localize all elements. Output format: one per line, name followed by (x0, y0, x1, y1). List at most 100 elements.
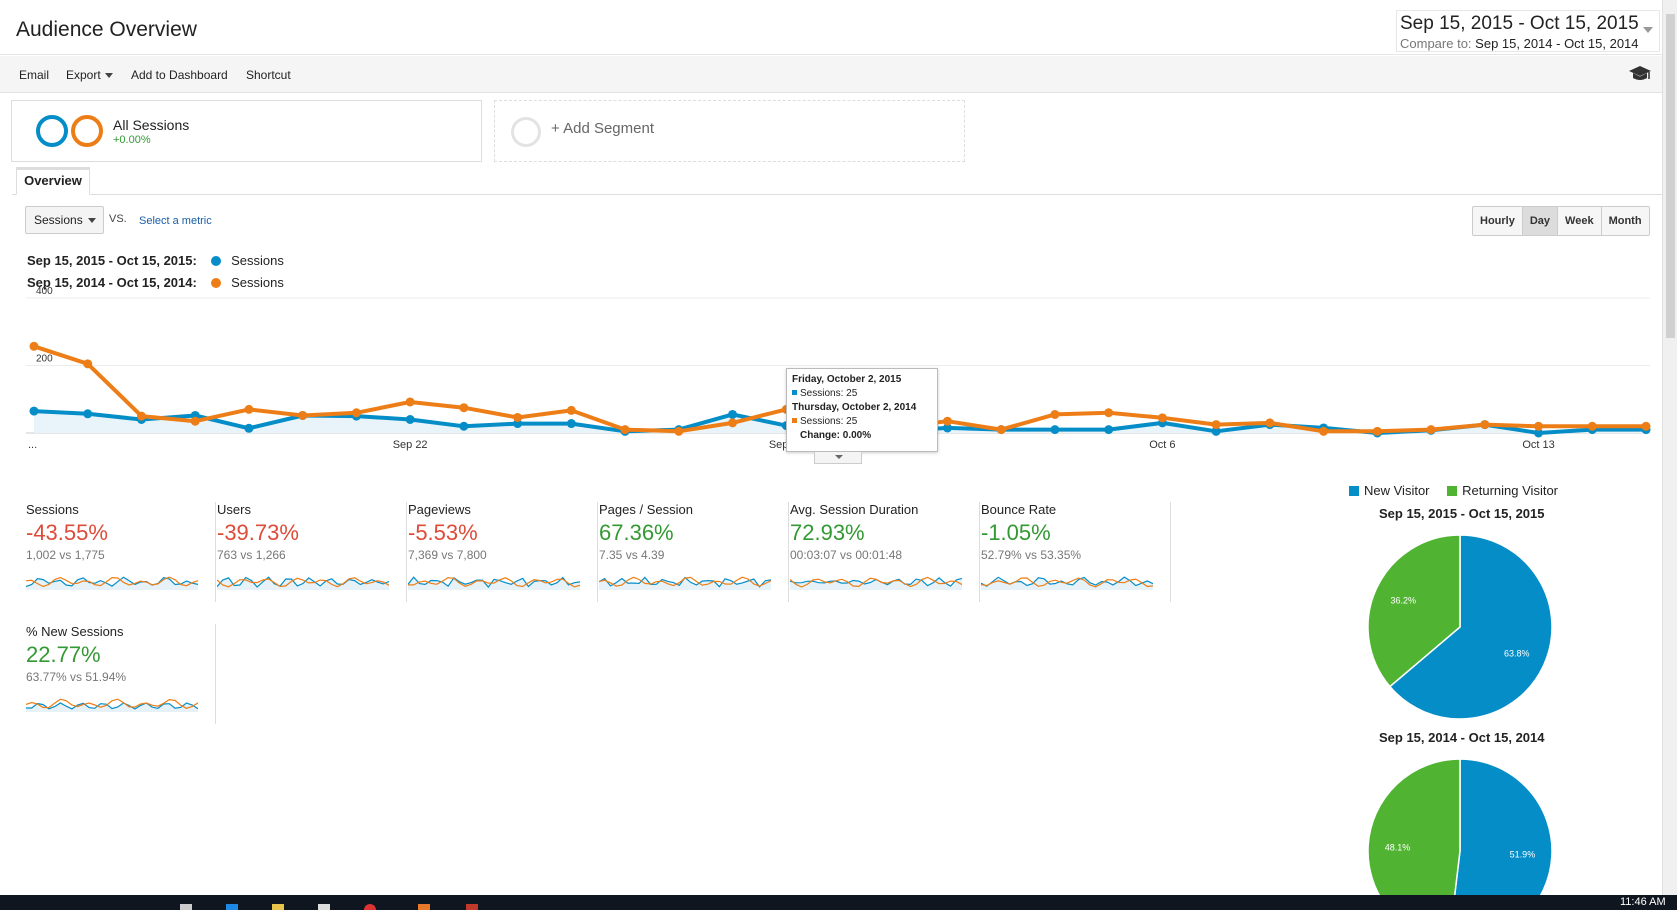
series-prior-point (298, 410, 308, 420)
pie-title-prior: Sep 15, 2014 - Oct 15, 2014 (1379, 730, 1545, 745)
compare-range: Compare to: Sep 15, 2014 - Oct 15, 2014 (1400, 36, 1639, 51)
add-to-dashboard-button[interactable]: Add to Dashboard (131, 68, 228, 82)
series-current-point (728, 409, 738, 419)
series-prior-point (728, 418, 738, 428)
tooltip-row-prior: Sessions: 25 (792, 415, 932, 429)
period-day-button[interactable]: Day (1522, 207, 1559, 235)
scorecard-change: 22.77% (26, 642, 101, 667)
add-segment-circle-icon (511, 117, 541, 147)
series-prior-point (459, 403, 469, 413)
caret-down-icon (835, 455, 843, 459)
pie-slice (1453, 758, 1553, 895)
series-prior-point (244, 404, 254, 414)
series-current-point (244, 423, 254, 433)
series-prior-point (405, 397, 415, 407)
scorecard[interactable]: % New Sessions 22.77% 63.77% vs 51.94% (26, 624, 216, 724)
metric-select[interactable]: Sessions (25, 206, 104, 234)
pie-legend-new-swatch (1349, 486, 1359, 496)
x-tick-label: Oct 6 (1149, 439, 1175, 451)
taskview-icon[interactable] (180, 904, 192, 910)
legend-current: Sep 15, 2015 - Oct 15, 2015: Sessions (27, 253, 284, 268)
metric-select-value: Sessions (34, 213, 83, 227)
scorecard[interactable]: Users -39.73% 763 vs 1,266 (217, 502, 407, 602)
sparkline-area (599, 577, 771, 590)
scorecard-label: Bounce Rate (981, 502, 1057, 517)
pie-slice-label: 36.2% (1390, 596, 1416, 606)
app-icon[interactable] (466, 904, 478, 910)
series-prior-point (1104, 408, 1114, 418)
os-taskbar: 11:46 AM (0, 895, 1677, 910)
legend-current-dot (211, 256, 222, 266)
series-prior-point (1211, 420, 1221, 430)
series-current-point (83, 409, 93, 419)
store-icon[interactable] (318, 904, 330, 910)
tooltip-value-prior: Sessions: 25 (800, 416, 858, 427)
series-prior-point (674, 426, 684, 436)
file-explorer-icon[interactable] (272, 904, 284, 910)
series-prior-point (1587, 421, 1597, 431)
export-label: Export (66, 68, 101, 82)
series-prior-point (1157, 413, 1167, 423)
legend-prior-series: Sessions (231, 275, 284, 290)
toolbar: Email Export Add to Dashboard Shortcut (0, 56, 1662, 93)
series-prior-point (136, 411, 146, 421)
caret-down-icon (88, 218, 96, 223)
date-range-picker[interactable]: Sep 15, 2015 - Oct 15, 2015 Compare to: … (1396, 10, 1660, 52)
compare-range-value: Sep 15, 2014 - Oct 15, 2014 (1475, 36, 1639, 51)
graduation-cap-icon[interactable] (1628, 64, 1652, 84)
segment-all-sessions[interactable]: All Sessions +0.00% (11, 100, 482, 162)
series-prior-point (942, 416, 952, 426)
tooltip-row-current: Sessions: 25 (792, 387, 932, 401)
series-current-point (405, 415, 415, 424)
add-segment-button[interactable]: + Add Segment (494, 100, 965, 162)
email-button[interactable]: Email (19, 68, 49, 82)
select-metric-link[interactable]: Select a metric (139, 215, 212, 227)
scorecard[interactable]: Sessions -43.55% 1,002 vs 1,775 (26, 502, 216, 602)
series-prior-point (1265, 418, 1275, 428)
export-button[interactable]: Export (66, 68, 113, 82)
scorecard-sparkline (981, 576, 1153, 590)
series-prior-point (83, 359, 93, 369)
series-current-point (1050, 425, 1060, 435)
series-prior-point (996, 425, 1006, 435)
scorecard-change: -43.55% (26, 520, 108, 545)
taskbar-clock: 11:46 AM (1620, 896, 1666, 908)
pie-slice-label: 63.8% (1504, 648, 1530, 658)
scorecard-sparkline (26, 576, 198, 590)
series-prior-point (190, 416, 200, 426)
period-week-button[interactable]: Week (1558, 207, 1602, 235)
shortcut-button[interactable]: Shortcut (246, 68, 291, 82)
scorecard-compare: 763 vs 1,266 (217, 548, 286, 562)
series-prior-point (513, 412, 523, 422)
series-prior-point (1534, 421, 1544, 431)
period-hourly-button[interactable]: Hourly (1473, 207, 1523, 235)
scorecard[interactable]: Avg. Session Duration 72.93% 00:03:07 vs 0… (790, 502, 980, 602)
chrome-icon[interactable] (364, 904, 376, 910)
pie-legend-new: New Visitor (1364, 483, 1430, 498)
vertical-scrollbar[interactable] (1662, 0, 1677, 895)
chevron-down-icon (1643, 27, 1653, 33)
firefox-icon[interactable] (418, 904, 430, 910)
pie-legend: New Visitor Returning Visitor (1349, 483, 1558, 498)
email-label: Email (19, 68, 50, 82)
scorecard[interactable]: Bounce Rate -1.05% 52.79% vs 53.35% (981, 502, 1171, 602)
series-prior-point (620, 425, 630, 435)
segment-pct: +0.00% (113, 134, 151, 146)
chart-collapse-toggle[interactable] (814, 452, 862, 464)
pie-slice-label: 51.9% (1510, 850, 1536, 860)
tab-overview[interactable]: Overview (16, 167, 90, 195)
series-current-point (29, 406, 39, 416)
browser-ie-icon[interactable] (226, 904, 238, 910)
x-tick-label: Sep 22 (393, 439, 428, 451)
legend-prior-dot (211, 278, 222, 288)
scorecard-change: -39.73% (217, 520, 299, 545)
scrollbar-thumb[interactable] (1666, 14, 1675, 338)
series-prior-point (1050, 409, 1060, 419)
series-prior-point (1426, 425, 1436, 435)
period-month-button[interactable]: Month (1602, 207, 1649, 235)
series-current-point (1104, 425, 1114, 435)
series-prior-point (1641, 421, 1651, 431)
scorecard[interactable]: Pages / Session 67.36% 7.35 vs 4.39 (599, 502, 789, 602)
series-prior-point (351, 408, 361, 418)
scorecard[interactable]: Pageviews -5.53% 7,369 vs 7,800 (408, 502, 598, 602)
